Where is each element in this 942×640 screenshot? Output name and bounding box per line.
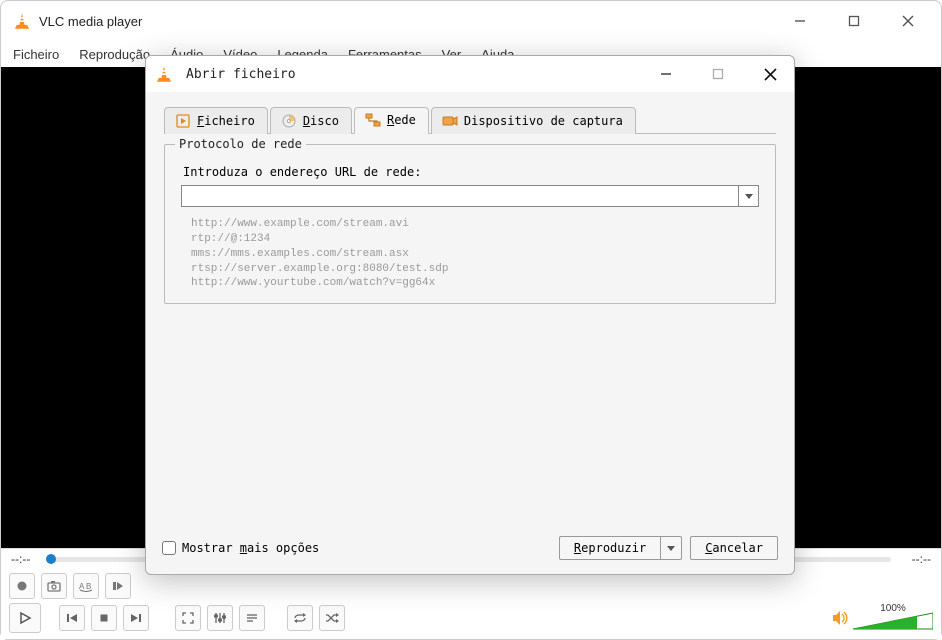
play-button[interactable] <box>9 603 41 633</box>
dialog-title: Abrir ficheiro <box>186 67 652 82</box>
url-combobox[interactable] <box>181 185 759 207</box>
file-icon <box>175 113 191 129</box>
loop-button[interactable] <box>287 605 313 631</box>
close-button[interactable] <box>893 6 923 36</box>
next-button[interactable] <box>123 605 149 631</box>
checkbox-icon[interactable] <box>162 541 176 555</box>
volume-icon[interactable] <box>831 609 849 627</box>
main-titlebar: VLC media player <box>1 1 941 41</box>
tab-capture[interactable]: Dispositivo de captura <box>431 107 636 134</box>
show-more-options-checkbox[interactable]: Mostrar mais opções <box>162 541 319 555</box>
fullscreen-button[interactable] <box>175 605 201 631</box>
vlc-cone-icon <box>156 65 172 83</box>
volume-slider[interactable] <box>853 611 933 633</box>
tab-network[interactable]: Rede <box>354 107 429 134</box>
dialog-tabs: FFicheiroicheiro Disco Rede Dispositivo … <box>164 106 776 134</box>
seek-thumb[interactable] <box>46 554 56 564</box>
network-icon <box>365 112 381 128</box>
snapshot-button[interactable] <box>41 573 67 599</box>
shuffle-button[interactable] <box>319 605 345 631</box>
dialog-close-button[interactable] <box>756 60 784 88</box>
svg-text:A: A <box>79 582 85 591</box>
url-input[interactable] <box>182 186 738 206</box>
tab-disc[interactable]: Disco <box>270 107 352 134</box>
maximize-button[interactable] <box>839 6 869 36</box>
network-protocol-group: Protocolo de rede Introduza o endereço U… <box>164 144 776 304</box>
prev-button[interactable] <box>59 605 85 631</box>
extended-settings-button[interactable] <box>207 605 233 631</box>
svg-text:B: B <box>86 582 91 591</box>
vlc-cone-icon <box>13 12 31 30</box>
record-button[interactable] <box>9 573 35 599</box>
loop-ab-button[interactable]: AB <box>73 573 99 599</box>
frame-step-button[interactable] <box>105 573 131 599</box>
time-total: --:-- <box>891 552 931 566</box>
dialog-maximize-button[interactable] <box>704 60 732 88</box>
dialog-footer: Mostrar mais opções Reproduzir Cancelar <box>146 528 794 574</box>
dialog-titlebar: Abrir ficheiro <box>146 56 794 92</box>
main-title: VLC media player <box>39 14 785 29</box>
cancel-button[interactable]: Cancelar <box>690 536 778 560</box>
volume-area: 100% <box>831 603 933 633</box>
group-title: Protocolo de rede <box>175 137 306 151</box>
window-controls <box>785 6 923 36</box>
dialog-minimize-button[interactable] <box>652 60 680 88</box>
playlist-button[interactable] <box>239 605 265 631</box>
stop-button[interactable] <box>91 605 117 631</box>
play-dropdown-button[interactable] <box>661 536 682 560</box>
time-elapsed: --:-- <box>11 552 51 566</box>
tab-file[interactable]: FFicheiroicheiro <box>164 107 268 134</box>
url-examples: http://www.example.com/stream.avi rtp://… <box>181 217 759 291</box>
url-dropdown-arrow[interactable] <box>738 186 758 206</box>
play-split-button: Reproduzir <box>559 536 682 560</box>
menu-ficheiro[interactable]: Ficheiro <box>5 45 67 64</box>
play-button[interactable]: Reproduzir <box>559 536 661 560</box>
disc-icon <box>281 113 297 129</box>
minimize-button[interactable] <box>785 6 815 36</box>
capture-icon <box>442 113 458 129</box>
url-label: Introduza o endereço URL de rede: <box>183 165 759 179</box>
open-file-dialog: Abrir ficheiro FFicheiroicheiro Disco Re… <box>145 55 795 575</box>
